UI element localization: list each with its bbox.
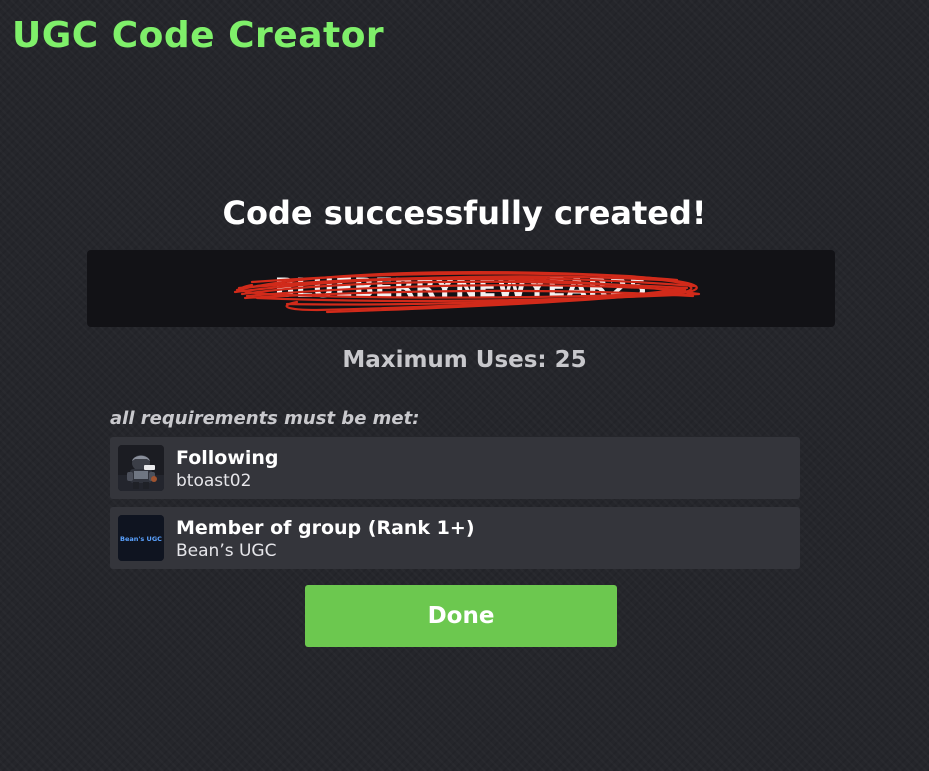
max-uses-label: Maximum Uses: — [342, 347, 547, 373]
requirement-title: Member of group (Rank 1+) — [176, 517, 475, 539]
requirement-title: Following — [176, 447, 279, 469]
user-avatar-icon — [118, 445, 164, 491]
max-uses-value: 25 — [554, 347, 587, 373]
redaction-scribble — [233, 270, 701, 314]
group-logo-text: Bean's UGC — [120, 535, 162, 543]
requirement-group-membership: Bean's UGC Member of group (Rank 1+) Bea… — [110, 507, 800, 569]
success-heading: Code successfully created! — [222, 194, 707, 232]
done-button[interactable]: Done — [305, 585, 617, 647]
code-display[interactable]: BLUEBERRYNEWYEAR25 — [87, 250, 835, 327]
max-uses: Maximum Uses: 25 — [0, 344, 929, 376]
requirement-target: Bean’s UGC — [176, 541, 277, 561]
requirement-target: btoast02 — [176, 471, 252, 491]
requirement-following: Following btoast02 — [110, 437, 800, 499]
requirements-heading: all requirements must be met: — [110, 408, 420, 429]
app-title: UGC Code Creator — [12, 15, 385, 56]
group-logo-icon: Bean's UGC — [118, 515, 164, 561]
